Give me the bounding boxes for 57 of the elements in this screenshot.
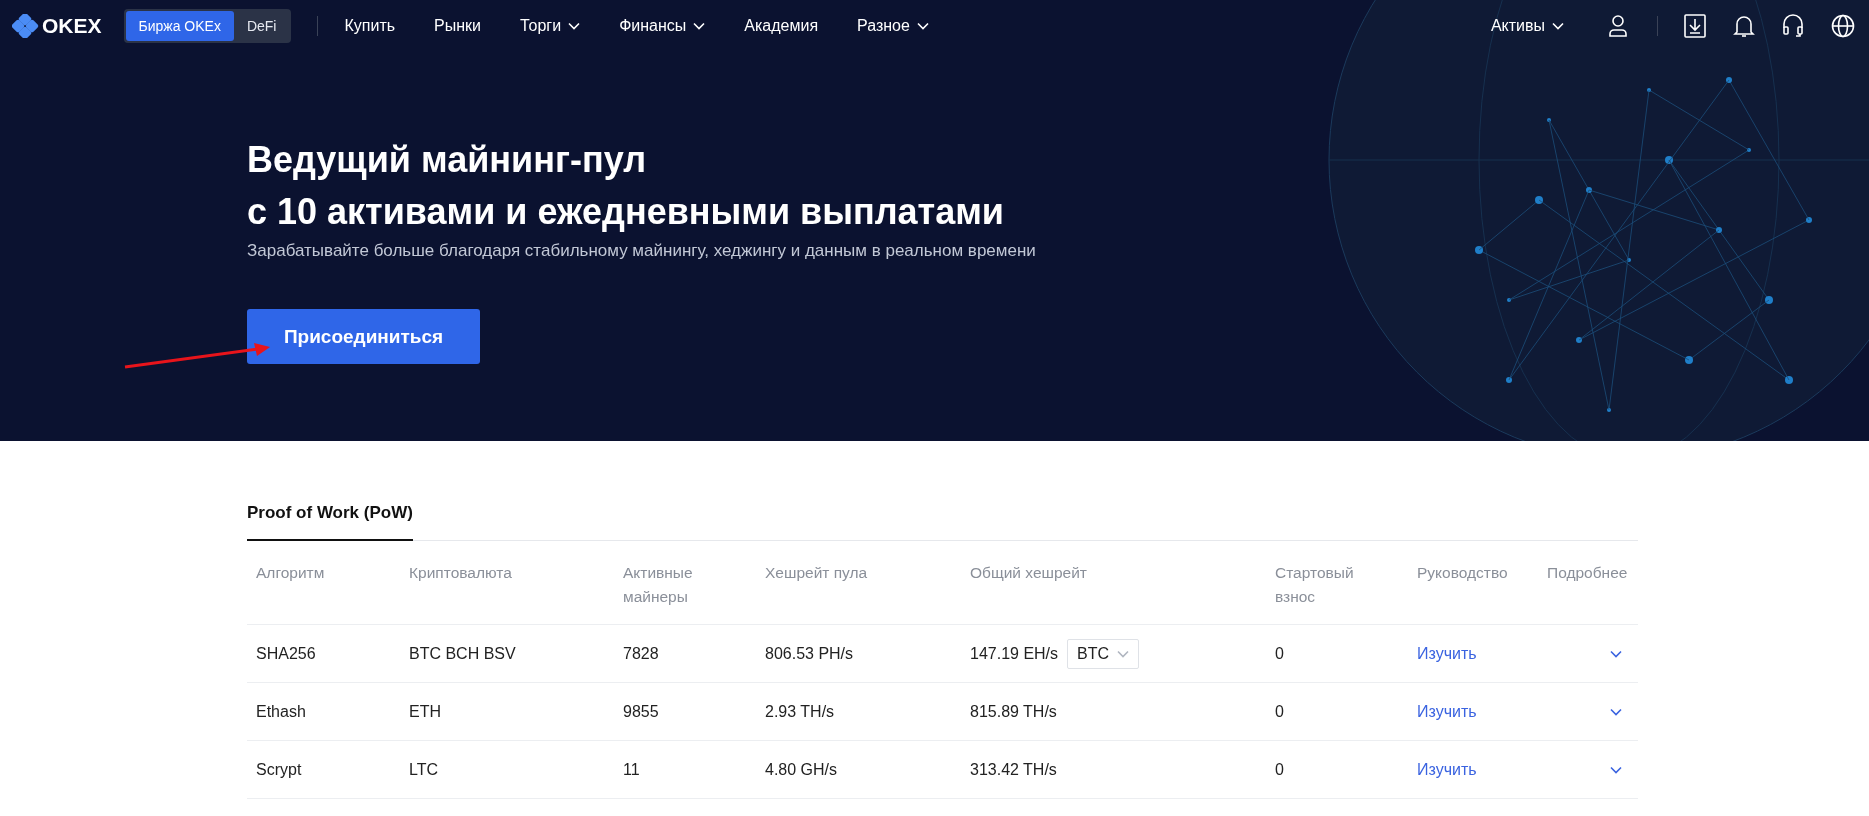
column-header: Алгоритм — [256, 563, 325, 583]
user-icon — [1606, 14, 1630, 38]
join-button[interactable]: Присоединиться — [247, 309, 480, 364]
headset-icon — [1782, 14, 1804, 38]
table-cell-text: LTC — [409, 760, 440, 779]
table-cell-text: SHA256 — [256, 644, 317, 663]
logo-icon — [12, 14, 40, 38]
table-cell-text: BTC BCH BSV — [409, 644, 517, 663]
assets-menu[interactable]: Активы — [1490, 17, 1564, 35]
column-header: Общий хешрейт — [970, 563, 1087, 583]
table-cell: 147.19 EH/s — [970, 644, 1059, 663]
table-cell-text: 0 — [1275, 760, 1285, 779]
table-cell-text: 0 — [1275, 644, 1285, 663]
table-cell-text: 11 — [623, 760, 641, 779]
menu-item[interactable]: Торги — [520, 17, 581, 35]
table-cell-text: Scrypt — [256, 760, 303, 779]
tab[interactable]: Proof of Work (PoW) — [247, 493, 413, 541]
table-cell-text: ETH — [409, 702, 442, 721]
chevron-down-icon — [693, 22, 706, 30]
table-cell-text: 9855 — [623, 702, 660, 721]
column-header: Хешрейт пула — [765, 563, 868, 583]
column-header: Руководство — [1417, 563, 1508, 583]
bell-icon — [1733, 14, 1755, 38]
chevron-down-icon — [1552, 22, 1564, 30]
table-cell-text: 0 — [1275, 702, 1285, 721]
hero-title: Ведущий майнинг-пул с 10 активами и ежедневными выплатами — [247, 138, 1005, 234]
coin-select[interactable]: BTC — [1067, 638, 1140, 669]
chevron-down-icon — [568, 22, 581, 30]
column-header: Подробнее — [1547, 563, 1628, 583]
chevron-down-icon — [1610, 707, 1622, 716]
hero-subtitle: Зарабатывайте больше благодаря стабильному майнингу, хеджингу и данным в реальном времени — [247, 241, 1037, 261]
chevron-down-icon — [1610, 649, 1622, 658]
column-header: Стартовый взнос — [1275, 563, 1355, 607]
menu-item[interactable]: Купить — [344, 17, 396, 35]
chevron-down-icon — [1610, 765, 1622, 774]
table-cell: 815.89 TH/s — [970, 702, 1057, 721]
table-cell-text: 806.53 PH/s — [765, 644, 855, 663]
chevron-down-icon — [1117, 649, 1130, 658]
chevron-down-icon — [916, 22, 929, 30]
logo-text: OKEX — [42, 14, 102, 38]
table-cell: 313.42 TH/s — [970, 760, 1057, 779]
switch-tab[interactable]: Биржа OKEx — [125, 11, 234, 41]
guide-link[interactable]: Изучить — [1417, 644, 1477, 662]
table-cell-text: 2.93 TH/s — [765, 702, 836, 721]
menu-item[interactable]: Финансы — [619, 17, 706, 35]
menu-item[interactable]: Академия — [744, 17, 819, 35]
menu-item[interactable]: Разное — [857, 17, 929, 35]
column-header: Активные майнеры — [623, 563, 694, 607]
download-icon — [1684, 14, 1706, 38]
guide-link[interactable]: Изучить — [1417, 760, 1477, 778]
guide-link[interactable]: Изучить — [1417, 702, 1477, 720]
table-cell-text: 4.80 GH/s — [765, 760, 839, 779]
menu-item[interactable]: Рынки — [434, 17, 482, 35]
switch-tab[interactable]: DeFi — [233, 11, 290, 41]
table-cell-text: 7828 — [623, 644, 660, 663]
globe-icon — [1831, 14, 1855, 38]
table-cell-text: Ethash — [256, 702, 307, 721]
